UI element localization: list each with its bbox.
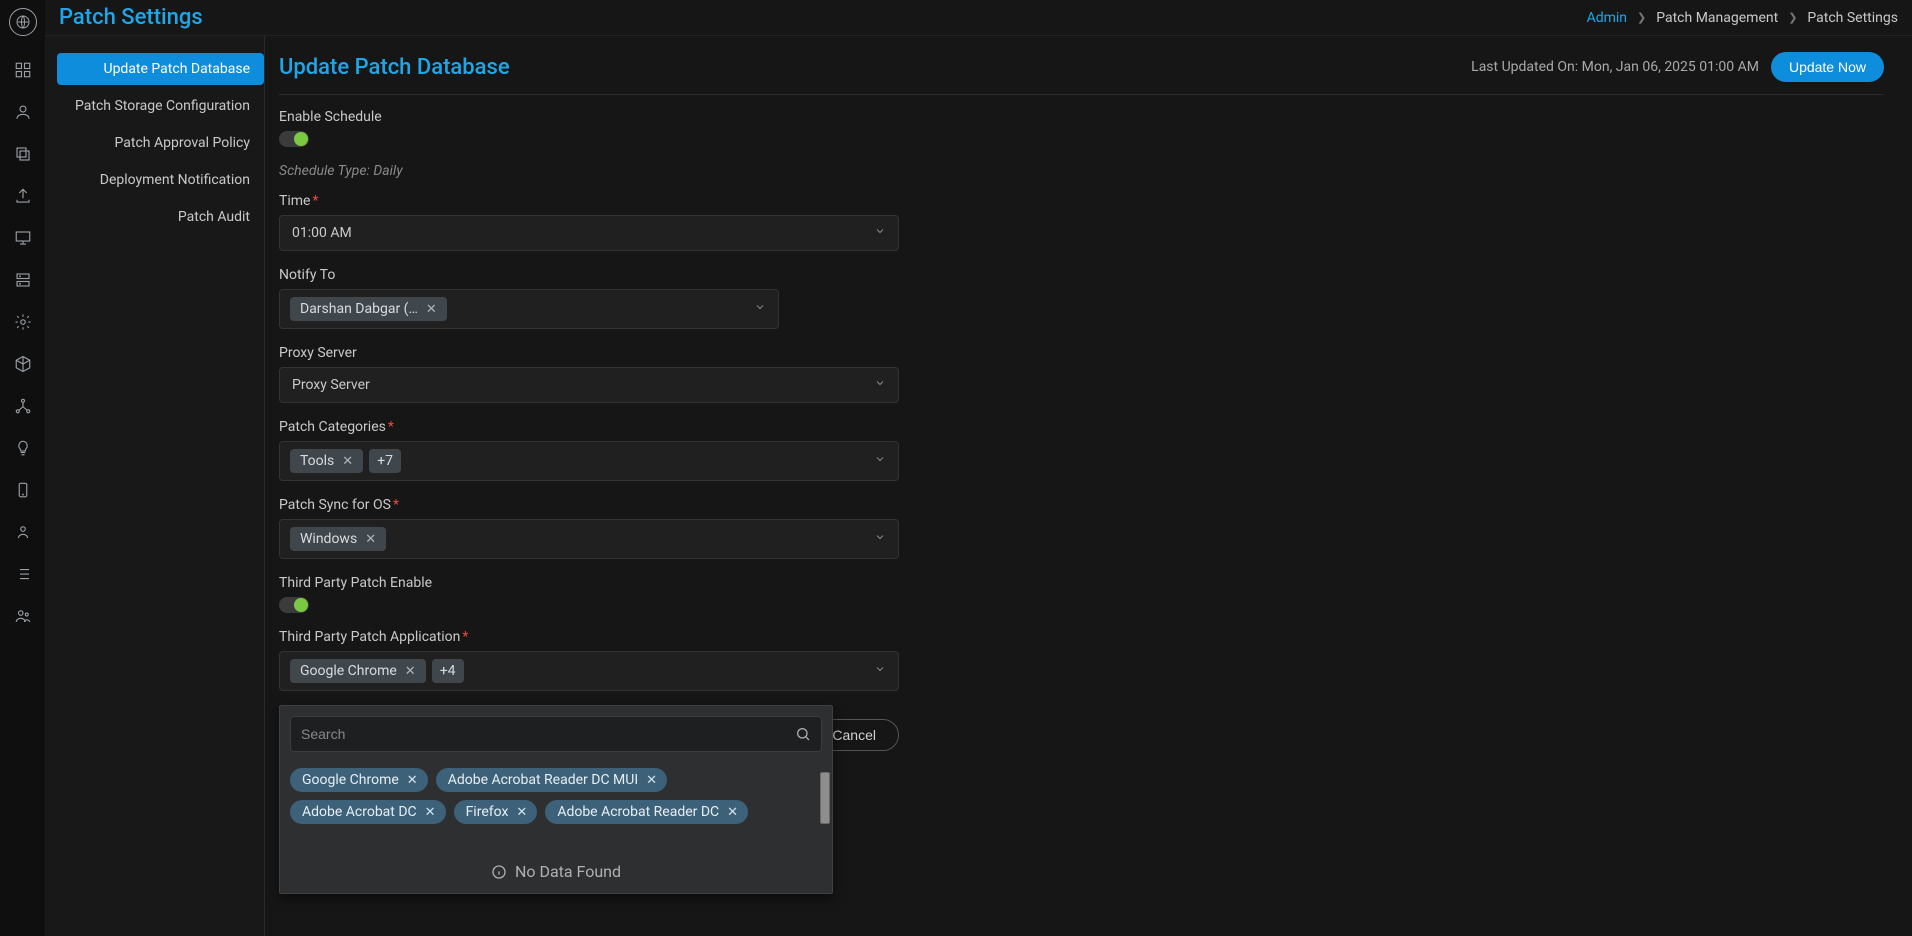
third-party-app-dropdown: Google Chrome✕ Adobe Acrobat Reader DC M… [279,705,833,894]
chevron-down-icon [874,453,886,469]
enable-schedule-toggle[interactable] [279,131,309,147]
notify-to-tag: Darshan Dabgar (… ✕ [290,297,447,321]
sidenav-deployment-notification[interactable]: Deployment Notification [57,164,264,196]
proxy-server-select[interactable]: Proxy Server [279,367,899,403]
dropdown-scrollbar[interactable] [820,772,830,824]
sidenav-patch-audit[interactable]: Patch Audit [57,201,264,233]
third-party-app-tag: Google Chrome ✕ [290,659,426,683]
notify-to-label: Notify To [279,267,899,283]
schedule-type-text: Schedule Type: Daily [279,163,1884,179]
cube-icon[interactable] [11,352,35,376]
divider [279,94,1884,95]
last-updated-label: Last Updated On: Mon, Jan 06, 2025 01:00… [1471,59,1759,75]
dropdown-pill: Google Chrome✕ [290,768,428,792]
person-icon[interactable] [11,520,35,544]
update-now-button[interactable]: Update Now [1771,52,1884,82]
third-party-app-label: Third Party Patch Application* [279,629,899,645]
dropdown-search-box[interactable] [290,716,822,752]
network-icon[interactable] [11,394,35,418]
sidenav-patch-storage-configuration[interactable]: Patch Storage Configuration [57,90,264,122]
content-title: Update Patch Database [279,55,510,80]
breadcrumb: Admin ❯ Patch Management ❯ Patch Setting… [1587,10,1898,26]
sidenav-update-patch-database[interactable]: Update Patch Database [57,53,264,85]
patch-sync-os-select[interactable]: Windows ✕ [279,519,899,559]
close-icon[interactable]: ✕ [516,806,527,819]
copy-icon[interactable] [11,142,35,166]
patch-sync-os-tag: Windows ✕ [290,527,386,551]
third-party-enable-toggle[interactable] [279,597,309,613]
upload-icon[interactable] [11,184,35,208]
patch-categories-label: Patch Categories* [279,419,899,435]
chevron-down-icon [874,377,886,393]
monitor-icon[interactable] [11,226,35,250]
close-icon[interactable]: ✕ [426,303,437,316]
close-icon[interactable]: ✕ [646,774,657,787]
device-icon[interactable] [11,478,35,502]
patch-categories-tag: Tools ✕ [290,449,363,473]
close-icon[interactable]: ✕ [342,455,353,468]
breadcrumb-patch-settings: Patch Settings [1807,10,1898,26]
dashboard-icon[interactable] [11,58,35,82]
dropdown-pill: Adobe Acrobat DC✕ [290,800,446,824]
search-icon [795,726,811,742]
icon-rail [0,0,45,936]
patch-categories-extra[interactable]: +7 [369,449,401,473]
people-icon[interactable] [11,604,35,628]
close-icon[interactable]: ✕ [365,533,376,546]
topbar: Patch Settings Admin ❯ Patch Management … [45,0,1912,36]
sidenav-patch-approval-policy[interactable]: Patch Approval Policy [57,127,264,159]
time-select[interactable]: 01:00 AM [279,215,899,251]
page-title: Patch Settings [59,5,203,30]
patch-categories-select[interactable]: Tools ✕ +7 [279,441,899,481]
server-icon[interactable] [11,268,35,292]
dropdown-selected-row: Google Chrome✕ Adobe Acrobat Reader DC M… [280,762,832,834]
app-logo[interactable] [9,8,37,36]
user-icon[interactable] [11,100,35,124]
chevron-down-icon [874,225,886,241]
chevron-down-icon [874,531,886,547]
third-party-app-extra[interactable]: +4 [432,659,464,683]
dropdown-pill: Adobe Acrobat Reader DC MUI✕ [436,768,667,792]
third-party-app-select[interactable]: Google Chrome ✕ +4 [279,651,899,691]
info-icon [491,864,507,880]
side-nav: Update Patch Database Patch Storage Conf… [45,36,265,936]
close-icon[interactable]: ✕ [407,774,418,787]
chevron-down-icon [874,663,886,679]
enable-schedule-label: Enable Schedule [279,109,899,125]
proxy-server-value: Proxy Server [292,377,370,393]
dropdown-pill: Firefox✕ [454,800,538,824]
chevron-right-icon: ❯ [1788,11,1797,24]
notify-to-select[interactable]: Darshan Dabgar (… ✕ [279,289,779,329]
breadcrumb-patch-management[interactable]: Patch Management [1656,10,1778,26]
idea-icon[interactable] [11,436,35,460]
dropdown-no-data: No Data Found [280,834,832,893]
close-icon[interactable]: ✕ [727,806,738,819]
time-value: 01:00 AM [292,225,352,241]
dropdown-search-input[interactable] [301,726,795,742]
time-label: Time* [279,193,899,209]
third-party-enable-label: Third Party Patch Enable [279,575,899,591]
chevron-right-icon: ❯ [1637,11,1646,24]
close-icon[interactable]: ✕ [425,806,436,819]
chevron-down-icon [754,301,766,317]
content-area: Update Patch Database Last Updated On: M… [265,36,1912,936]
breadcrumb-admin[interactable]: Admin [1587,10,1627,26]
proxy-server-label: Proxy Server [279,345,899,361]
patch-sync-os-label: Patch Sync for OS* [279,497,899,513]
close-icon[interactable]: ✕ [405,665,416,678]
list-icon[interactable] [11,562,35,586]
gear-icon[interactable] [11,310,35,334]
dropdown-pill: Adobe Acrobat Reader DC✕ [545,800,748,824]
